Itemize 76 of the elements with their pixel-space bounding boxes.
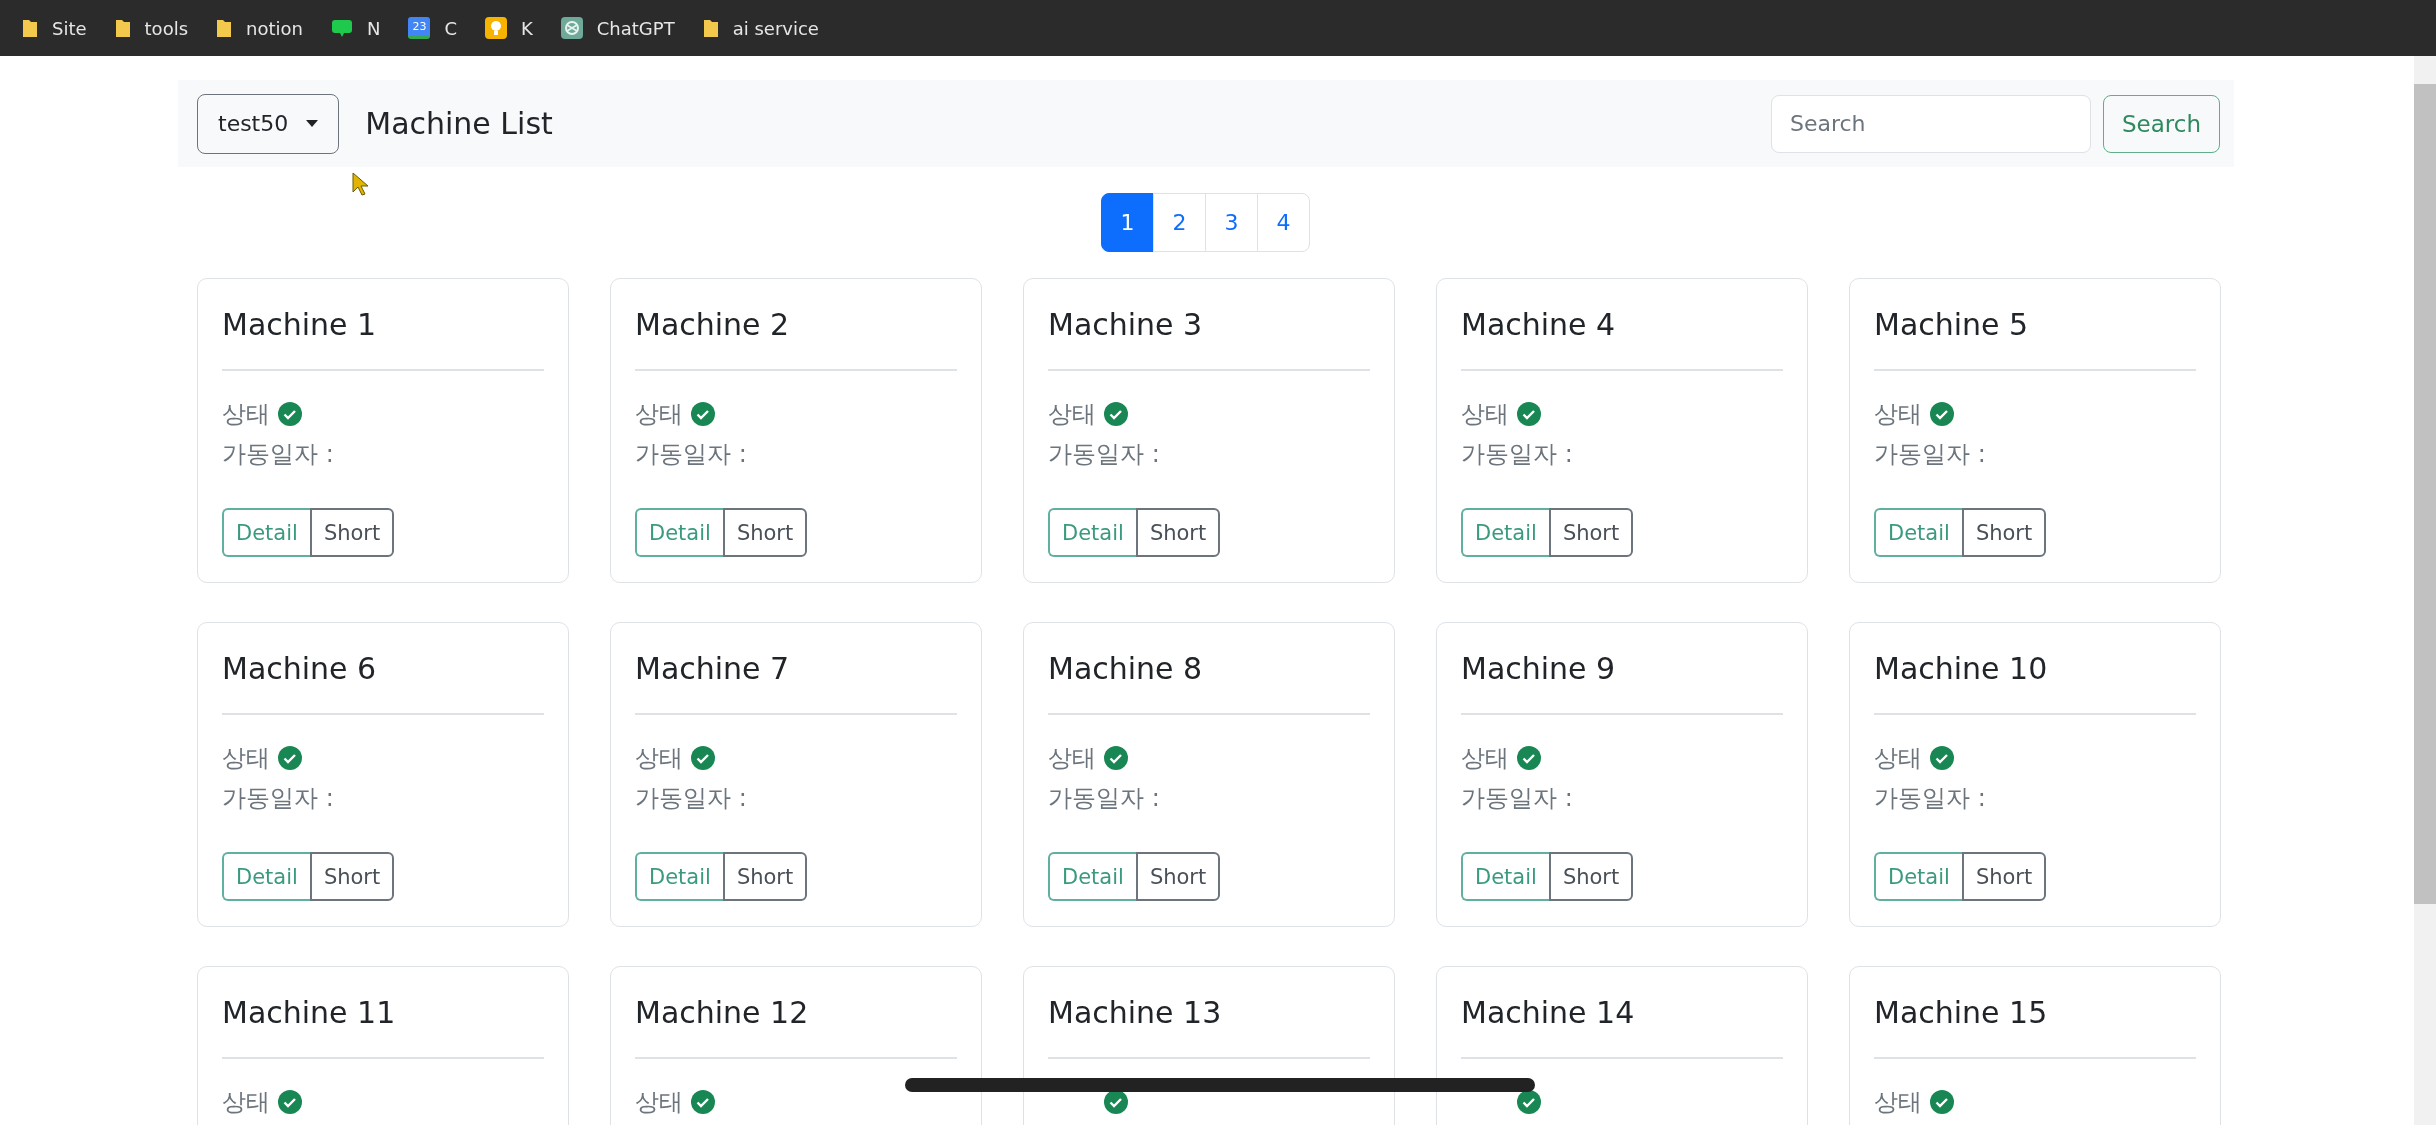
short-button[interactable]: Short [309, 852, 395, 901]
status-label: 상태 [222, 399, 270, 430]
date-label: 가동일자 : [1874, 439, 1987, 470]
status-label: 상태 [635, 399, 683, 430]
bookmark[interactable]: ai service [702, 17, 819, 39]
status-label: 상태 [222, 743, 270, 774]
date-label: 가동일자 : [222, 783, 335, 814]
card-title: Machine 8 [1048, 650, 1204, 688]
short-button[interactable]: Short [722, 508, 808, 557]
short-button[interactable]: Short [722, 852, 808, 901]
bookmark[interactable]: 23 C [408, 17, 457, 39]
calendar-icon: 23 [408, 17, 431, 39]
card-title: Machine 12 [635, 994, 810, 1032]
short-button[interactable]: Short [1961, 852, 2047, 901]
lightbulb-icon [485, 17, 507, 39]
short-button[interactable]: Short [1961, 508, 2047, 557]
card-title: Machine 14 [1461, 994, 1636, 1032]
status-label: 상태 [1461, 399, 1509, 430]
date-label: 가동일자 : [635, 783, 748, 814]
card-title: Machine 6 [222, 650, 378, 688]
card-title: Machine 4 [1461, 306, 1617, 344]
scrollbar[interactable] [2414, 56, 2436, 1125]
status-label: 상태 [1874, 1087, 1922, 1118]
page-title: Machine List [365, 106, 553, 141]
card-title: Machine 13 [1048, 994, 1223, 1032]
bookmark[interactable]: tools [114, 17, 189, 39]
caret-icon [306, 120, 319, 127]
status-label: 상태 [1461, 743, 1509, 774]
date-label: 가동일자 : [222, 439, 335, 470]
cursor-icon [352, 172, 370, 196]
folder-icon [114, 18, 131, 38]
date-label: 가동일자 : [635, 439, 748, 470]
short-button[interactable]: Short [309, 508, 395, 557]
date-label: 가동일자 : [1461, 783, 1574, 814]
folder-icon [22, 18, 38, 38]
status-label: 상태 [1048, 399, 1096, 430]
status-label: 상태 [635, 743, 683, 774]
status-label: 상태 [635, 1087, 683, 1118]
status-label: 상태 [222, 1087, 270, 1118]
folder-icon [216, 18, 233, 38]
dropdown-button[interactable]: test50 [197, 93, 340, 154]
card-title: Machine 7 [635, 650, 791, 688]
folder-icon [702, 18, 719, 38]
card-title: Machine 11 [222, 994, 397, 1032]
card-title: Machine 10 [1874, 650, 2049, 688]
card-title: Machine 9 [1461, 650, 1617, 688]
bookmark[interactable]: notion [216, 17, 303, 39]
page-link[interactable]: 1 [1101, 193, 1154, 252]
short-button[interactable]: Short [1135, 852, 1221, 901]
short-button[interactable]: Short [1548, 852, 1634, 901]
status-label: 상태 [1874, 743, 1922, 774]
card-title: Machine 2 [635, 306, 791, 344]
date-label: 가동일자 : [1874, 783, 1987, 814]
page-link[interactable]: 4 [1257, 193, 1310, 252]
short-button[interactable]: Short [1548, 508, 1634, 557]
search-field[interactable]: Search [1770, 94, 2091, 153]
date-label: 가동일자 : [1048, 439, 1161, 470]
date-label: 가동일자 : [1048, 783, 1161, 814]
status-label: 상태 [1874, 399, 1922, 430]
bookmark[interactable]: N [330, 17, 381, 39]
bookmark[interactable]: ChatGPT [560, 17, 675, 39]
date-label: 가동일자 : [1461, 439, 1574, 470]
status-label: 상태 [1048, 743, 1096, 774]
page-link[interactable]: 3 [1205, 193, 1258, 252]
bookmark[interactable]: K [485, 17, 533, 39]
card-title: Machine 5 [1874, 306, 2030, 344]
card-title: Machine 15 [1874, 994, 2049, 1032]
short-button[interactable]: Short [1135, 508, 1221, 557]
card-title: Machine 3 [1048, 306, 1204, 344]
page-link[interactable]: 2 [1153, 193, 1206, 252]
bookmark[interactable]: Site [22, 17, 87, 39]
scrollbar-thumb[interactable] [2414, 84, 2436, 904]
search-button[interactable]: Search [2102, 94, 2220, 153]
card-title: Machine 1 [222, 306, 378, 344]
knot-icon [560, 17, 583, 39]
chat-icon [330, 17, 353, 39]
